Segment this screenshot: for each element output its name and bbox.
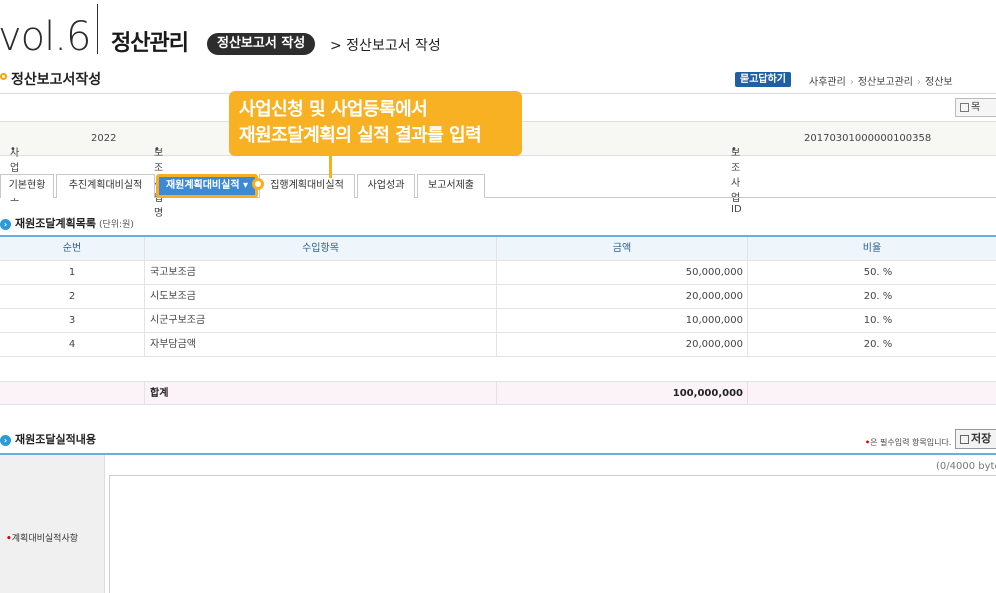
table-cell: 자부담금액 [145, 333, 497, 356]
results-form: •계획대비실적사항 (0/4000 byte) [0, 453, 996, 593]
table-total-row: 합계 100,000,000 [0, 381, 996, 405]
tab-progress-plan[interactable]: 추진계획대비실적 [56, 174, 155, 198]
tab-funding-plan[interactable]: 재원계획대비실적 ▾ [156, 174, 258, 198]
title-bullet-icon [0, 73, 7, 80]
callout-annotation: 사업신청 및 사업등록에서 재원조달계획의 실적 결과를 입력 [229, 91, 522, 156]
page-title: 정산보고서작성 [11, 72, 102, 88]
table-cell: 20. % [863, 291, 893, 302]
tab-project-results[interactable]: 사업성과 [357, 174, 415, 198]
table-cell: 50. % [863, 267, 893, 278]
table-cell: 4 [0, 333, 145, 356]
chevron-right-icon: › [0, 434, 11, 446]
table-cell: 1 [0, 261, 145, 284]
total-label: 합계 [145, 382, 497, 404]
volume-label: vol.6 [0, 14, 91, 60]
table-cell: 20,000,000 [497, 285, 748, 308]
callout-connector [329, 156, 332, 178]
table-cell: 시군구보조금 [145, 309, 497, 332]
table-cell: 국고보조금 [145, 261, 497, 284]
tab-execution-plan[interactable]: 집행계획대비실적 [259, 174, 355, 198]
callout-dot-icon [252, 178, 264, 190]
breadcrumb-item[interactable]: 정산보 [925, 77, 953, 88]
report-id-value: 20170301000000100358 [804, 133, 932, 144]
table-cell: 시도보조금 [145, 285, 497, 308]
banner-pill: 정산보고서 작성 [207, 33, 316, 55]
callout-line-2: 재원조달계획의 실적 결과를 입력 [239, 125, 482, 146]
table-row: 2 시도보조금 20,000,000 20. % [0, 285, 996, 309]
page-header: 정산보고서작성 묻고답하기 사후관리 › 정산보고관리 › 정산보 [0, 64, 996, 94]
list-icon [960, 102, 969, 112]
table-row: 1 국고보조금 50,000,000 50. % [0, 261, 996, 285]
table-cell: 3 [0, 309, 145, 332]
list-button-label: 목 [971, 102, 981, 113]
tab-bar: 기본현황 추진계획대비실적 재원계획대비실적 ▾ 집행계획대비실적 사업성과 보… [0, 174, 996, 198]
table-cell: 10,000,000 [497, 309, 748, 332]
save-button[interactable]: 저장 [955, 429, 996, 449]
unit-label: (단위:원) [98, 220, 134, 230]
section-title-funding-list: › 재원조달계획목록 (단위:원) [0, 215, 134, 231]
chevron-right-icon: › [0, 218, 11, 230]
column-header: 금액 [497, 237, 748, 260]
tab-report-submit[interactable]: 보고서제출 [417, 174, 485, 198]
results-textarea[interactable] [109, 475, 996, 593]
callout-line-1: 사업신청 및 사업등록에서 [239, 99, 428, 120]
save-icon [960, 434, 969, 444]
table-cell: 50,000,000 [497, 261, 748, 284]
breadcrumb-separator: › [917, 77, 922, 88]
table-cell [0, 382, 145, 404]
banner-divider [97, 4, 98, 54]
column-header: 수입항목 [145, 237, 497, 260]
save-button-label: 저장 [971, 432, 992, 445]
tutorial-banner: vol.6 정산관리 정산보고서 작성 > 정산보고서 작성 [0, 0, 996, 64]
total-value: 100,000,000 [497, 382, 748, 404]
table-cell: 20. % [863, 339, 893, 350]
list-button[interactable]: 목 [955, 98, 996, 117]
banner-subtitle: > 정산보고서 작성 [330, 38, 441, 54]
table-header: 순번 수입항목 금액 비율 [0, 235, 996, 261]
required-note: •은 필수입력 항목입니다. [865, 438, 952, 447]
byte-counter: (0/4000 byte) [936, 461, 996, 472]
column-header: 비율 [862, 243, 882, 254]
section-title-funding-results: › 재원조달실적내용 [0, 431, 96, 447]
banner-title: 정산관리 [111, 31, 189, 56]
help-button[interactable]: 묻고답하기 [735, 72, 791, 87]
table-cell: 10. % [863, 315, 893, 326]
breadcrumb-item[interactable]: 사후관리 [809, 77, 846, 88]
column-header: 순번 [0, 237, 145, 260]
table-cell: 2 [0, 285, 145, 308]
breadcrumb-separator: › [849, 77, 854, 88]
breadcrumb-item[interactable]: 정산보고관리 [858, 77, 913, 88]
tab-basic-status[interactable]: 기본현황 [0, 174, 54, 198]
table-cell [748, 382, 996, 404]
breadcrumb: 사후관리 › 정산보고관리 › 정산보 [809, 73, 953, 88]
table-cell: 20,000,000 [497, 333, 748, 356]
year-value: 2022 [91, 133, 117, 144]
field-label: •계획대비실적사항 [0, 455, 105, 593]
table-row: 4 자부담금액 20,000,000 20. % [0, 333, 996, 357]
table-spacer-row [0, 357, 996, 381]
table-row: 3 시군구보조금 10,000,000 10. % [0, 309, 996, 333]
